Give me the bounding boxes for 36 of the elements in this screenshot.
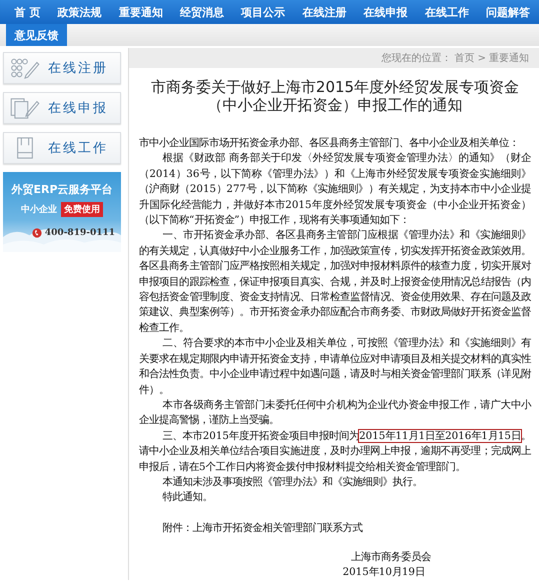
paragraph: 二、符合要求的本市中小企业及相关单位，可按照《管理办法》和《实施细则》有关要求在规定期限内申请开拓资金支持，申请单位应对申请项目及相关提交材料的真实性和合法性负责。中小企业申请过程中如遇问题，请及时与相关资金管理部门联系（详见附件）。 bbox=[139, 336, 531, 398]
nav-link[interactable]: 经贸消息 bbox=[171, 0, 233, 24]
issue-date: 2015年10月19日 bbox=[342, 565, 426, 580]
sidebar-button[interactable]: 在线注册 bbox=[3, 52, 121, 84]
sidebar-button[interactable]: 在线申报 bbox=[3, 92, 121, 124]
paragraph: 一、市开拓资金承办部、各区县商务主管部门应根据《管理办法》和《实施细则》的有关规定，认真做好中小企业服务工作，加强政策宣传，切实发挥开拓资金政策效用。各区县商务主管部门应严格按照相关规定，加强对申报材料原件的核查力度，切实开展对申报项目的跟踪检查，保证申报项目真实、合规，并及时上报资金使用情况总结报告（内容包括资金管理制度、资金支持情况、日常检查监督情况、资金使用效果、存在问题及政策建议、典型案例等）。市开拓资金承办部应配合市商务委、市财政局做好开拓资金监督检查工作。 bbox=[139, 228, 531, 336]
nav-link[interactable]: 重要通知 bbox=[110, 0, 172, 24]
nav-link[interactable]: 项目公示 bbox=[232, 0, 294, 24]
breadcrumb-separator: > bbox=[478, 52, 486, 64]
advert-banner[interactable]: 外贸ERP云服务平台 中小企业 免费使用 400-819-0111 bbox=[3, 172, 121, 252]
breadcrumb-link[interactable]: 重要通知 bbox=[489, 51, 529, 65]
phone-number: 400-819-0111 bbox=[44, 228, 115, 238]
nav-link[interactable]: 在线申报 bbox=[354, 0, 416, 24]
nav-link[interactable]: 首 页 bbox=[6, 0, 50, 24]
nav-link[interactable]: 在线注册 bbox=[294, 0, 355, 24]
banner-subtitle: 中小企业 bbox=[21, 203, 57, 216]
banner-title: 外贸ERP云服务平台 bbox=[11, 182, 113, 197]
issuer-name: 上海市商务委员会 bbox=[351, 550, 431, 566]
nav-link[interactable]: 政策法规 bbox=[49, 0, 110, 24]
grid-pencil-icon bbox=[10, 57, 40, 79]
breadcrumb-label: 您现在的位置： bbox=[382, 52, 452, 65]
article-title: 市商务委关于做好上海市2015年度外经贸发展专项资金（中小企业开拓资金）申报工作的通知 bbox=[150, 78, 520, 114]
paragraph: 本市各级商务主管部门未委托任何中介机构为企业代办资金申报工作，请广大中小企业提高警惕，谨防上当受骗。 bbox=[139, 398, 531, 428]
attachment-link[interactable]: 附件：上海市开拓资金相关管理部门联系方式 bbox=[139, 520, 531, 536]
paragraph: 特此通知。 bbox=[162, 490, 214, 506]
nav-link[interactable]: 意见反馈 bbox=[6, 24, 68, 46]
nav-link[interactable]: 在线工作 bbox=[416, 0, 478, 24]
phone-icon bbox=[32, 228, 42, 238]
paragraph: 根据《财政部 商务部关于印发〈外经贸发展专项资金管理办法〉的通知》（财企（2014）36号，以下简称《管理办法》）和《上海市外经贸发展专项资金实施细则》（沪商财（2015）277号，以下简称《实施细则》）有关规定，为支持本市中小企业提升国际化经营能力，并做好本市2015年度外经贸发展专项资金（中小企业开拓资金）（以下简称“开拓资金”）申报工作，现将有关事项通知如下： bbox=[139, 151, 531, 228]
breadcrumb-link[interactable]: 首页 bbox=[454, 51, 475, 65]
free-badge: 免费使用 bbox=[61, 202, 103, 217]
nav-link[interactable]: 问题解答 bbox=[477, 0, 539, 24]
document-pencil-icon bbox=[10, 97, 40, 119]
paragraph: 市中小企业国际市场开拓资金承办部、各区县商务主管部门、各中小企业及相关单位： bbox=[139, 136, 520, 151]
paragraph: 本通知未涉及事项按照《管理办法》和《实施细则》执行。 bbox=[162, 474, 424, 490]
sidebar-button[interactable]: 在线工作 bbox=[3, 132, 121, 164]
